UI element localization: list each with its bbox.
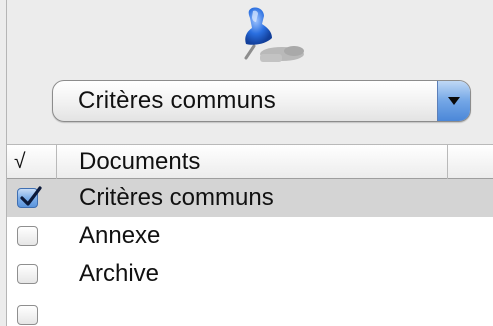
column-separator[interactable]	[447, 145, 448, 179]
row-checkbox[interactable]	[17, 305, 38, 325]
table-row[interactable]: Annexe	[7, 217, 493, 255]
pushpin-icon[interactable]	[224, 2, 316, 74]
criteria-popup-button[interactable]: Critères communs	[52, 80, 471, 122]
row-checkbox[interactable]	[17, 264, 38, 284]
table-row[interactable]: Critères communs	[7, 179, 493, 217]
check-column-header[interactable]: √	[14, 150, 26, 174]
row-label: Critères communs	[79, 184, 274, 211]
table-header: √ Documents	[7, 144, 493, 179]
documents-column-header[interactable]: Documents	[79, 147, 200, 177]
sidebar-panel: Critères communs √ Documents Critères co…	[0, 0, 493, 326]
popup-selected-value: Critères communs	[78, 87, 276, 114]
column-separator[interactable]	[56, 145, 57, 179]
row-checkbox[interactable]	[17, 226, 38, 246]
row-checkbox[interactable]	[17, 186, 42, 208]
table-row[interactable]: Archive	[7, 255, 493, 293]
chevron-down-icon	[448, 97, 460, 105]
row-label: Annexe	[79, 222, 161, 249]
popup-arrow-button[interactable]	[437, 81, 470, 121]
table-row[interactable]	[7, 293, 493, 326]
documents-table: √ Documents Critères communs Annexe Arch…	[7, 144, 493, 326]
checkmark-icon	[20, 186, 42, 206]
row-label: Archive	[79, 260, 160, 287]
